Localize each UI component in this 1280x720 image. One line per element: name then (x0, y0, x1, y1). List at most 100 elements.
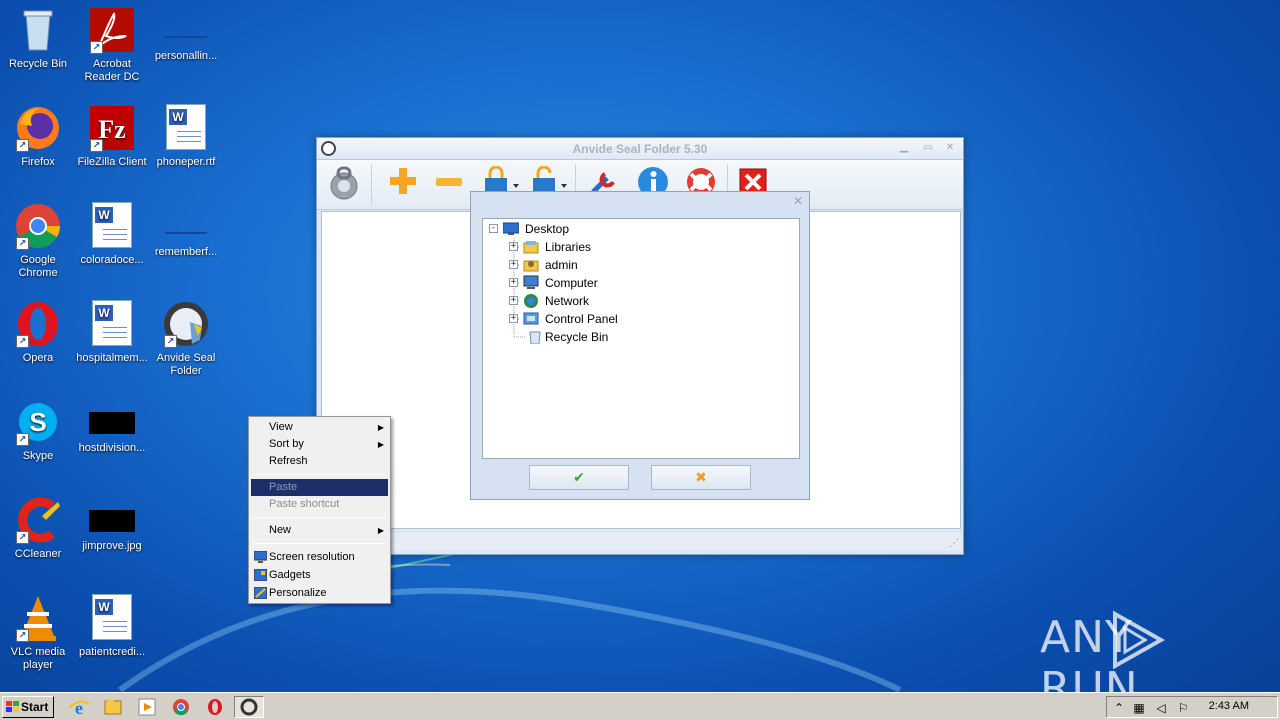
menu-item-refresh[interactable]: Refresh (251, 453, 388, 470)
add-folder-icon[interactable] (387, 166, 423, 202)
desktop-icon-chrome[interactable]: ↗ Google Chrome (0, 202, 76, 280)
desktop-icon-hostdivision[interactable]: hostdivision... (74, 398, 150, 455)
desktop-icon-label: jimprove.jpg (82, 540, 142, 552)
recycle-bin-icon (529, 331, 541, 344)
cancel-button[interactable]: ✖ (651, 465, 751, 490)
menu-item-paste-shortcut[interactable]: Paste shortcut (251, 496, 388, 513)
expand-icon[interactable]: + (509, 296, 518, 305)
explorer-icon[interactable] (98, 696, 128, 718)
menu-item-label: Personalize (269, 587, 327, 599)
desktop-icon-label: hospitalmem... (76, 352, 148, 364)
tray-expand-icon[interactable]: ⌃ (1111, 700, 1127, 716)
expand-icon[interactable]: + (509, 278, 518, 287)
personalize-icon (254, 587, 267, 599)
menu-separator (253, 517, 386, 518)
tree-item-label: admin (545, 258, 578, 272)
skype-icon: S ↗ (14, 398, 62, 446)
clock[interactable]: 2:43 AM (1209, 700, 1249, 712)
close-button[interactable]: ✕ (943, 142, 957, 154)
desktop-icon-label: Recycle Bin (8, 58, 68, 70)
image-thumb-icon (89, 412, 135, 434)
menu-item-label: Sort by (269, 438, 304, 450)
desktop-icon-label: Firefox (21, 156, 55, 168)
desktop-icon-opera[interactable]: ↗ Opera (0, 300, 76, 365)
action-center-flag-icon[interactable]: ⚐ (1175, 700, 1191, 716)
desktop-icon-label: VLC media player (10, 646, 66, 671)
desktop-icon-label: FileZilla Client (77, 156, 147, 168)
word-doc-icon: W (88, 594, 136, 642)
desktop-icon-anvide[interactable]: ↗ Anvide Seal Folder (148, 300, 224, 378)
folder-browse-dialog: ✕ - Desktop + Libraries + admin + Comput… (470, 191, 810, 500)
status-bar: ⋰ (321, 533, 961, 551)
menu-item-new[interactable]: New ▶ (251, 522, 388, 539)
menu-item-label: View (269, 421, 293, 433)
menu-item-gadgets[interactable]: Gadgets (251, 567, 388, 584)
menu-item-paste[interactable]: Paste (251, 479, 388, 496)
user-folder-icon (523, 260, 539, 272)
expand-icon[interactable]: + (509, 242, 518, 251)
desktop-icon-label: phoneper.rtf (156, 156, 216, 168)
image-thumb-icon (89, 510, 135, 532)
desktop-icon-patientcredi[interactable]: W patientcredi... (74, 594, 150, 659)
desktop-icon-filezilla[interactable]: Fz ↗ FileZilla Client (74, 104, 150, 169)
desktop-icon-acrobat[interactable]: ↗ Acrobat Reader DC (74, 6, 150, 84)
media-player-icon[interactable] (132, 696, 162, 718)
menu-item-personalize[interactable]: Personalize (251, 585, 388, 602)
word-doc-icon: W (88, 300, 136, 348)
dialog-close-button[interactable]: ✕ (793, 194, 803, 208)
ok-button[interactable]: ✔ (529, 465, 629, 490)
windows-logo-icon (6, 701, 19, 712)
menu-item-sort-by[interactable]: Sort by ▶ (251, 436, 388, 453)
window-titlebar[interactable]: Anvide Seal Folder 5.30 ▁ ▭ ✕ (317, 138, 963, 160)
ie-icon[interactable]: e (64, 696, 94, 718)
desktop-icon-firefox[interactable]: ↗ Firefox (0, 104, 76, 169)
start-button[interactable]: Start (2, 696, 54, 718)
window-title: Anvide Seal Folder 5.30 (572, 142, 708, 156)
chrome-icon[interactable] (166, 696, 196, 718)
maximize-button[interactable]: ▭ (921, 142, 935, 154)
blank-file-icon (165, 232, 207, 234)
desktop-icon-hospitalmem[interactable]: W hospitalmem... (74, 300, 150, 365)
menu-item-view[interactable]: View ▶ (251, 419, 388, 436)
anvide-task-icon[interactable] (234, 696, 264, 718)
desktop-icon-label: Opera (22, 352, 54, 364)
volume-icon[interactable]: ◁ (1153, 700, 1169, 716)
desktop-icon-skype[interactable]: S ↗ Skype (0, 398, 76, 463)
resize-grip-icon[interactable]: ⋰ (949, 538, 959, 549)
menu-item-screen-resolution[interactable]: Screen resolution (251, 549, 388, 566)
network-status-icon[interactable]: ▦ (1131, 700, 1147, 716)
word-doc-icon: W (88, 202, 136, 250)
minimize-button[interactable]: ▁ (897, 142, 911, 154)
lock-main-icon[interactable] (329, 166, 365, 202)
desktop-icon-phoneper[interactable]: W phoneper.rtf (148, 104, 224, 169)
expand-icon[interactable]: + (509, 314, 518, 323)
submenu-arrow-icon: ▶ (377, 440, 384, 449)
word-doc-icon: W (162, 104, 210, 152)
menu-separator (253, 543, 386, 544)
desktop-icon-ccleaner[interactable]: ↗ CCleaner (0, 496, 76, 561)
svg-text:S: S (29, 407, 46, 437)
desktop-icon-personallin[interactable]: personallin... (148, 6, 224, 63)
desktop-icon-label: Acrobat Reader DC (84, 58, 140, 83)
taskbar: Start e ⌃ ▦ ◁ ⚐ 2:43 AM (0, 692, 1280, 720)
desktop-icon-vlc[interactable]: ↗ VLC media player (0, 594, 76, 672)
remove-folder-icon[interactable] (433, 166, 469, 202)
folder-tree[interactable]: - Desktop + Libraries + admin + Computer… (482, 218, 800, 459)
opera-icon[interactable] (200, 696, 230, 718)
tree-item-label: Control Panel (545, 312, 618, 326)
desktop-icon-label: Anvide Seal Folder (156, 352, 216, 377)
control-panel-icon (523, 312, 539, 325)
desktop-icon-recycle-bin[interactable]: Recycle Bin (0, 6, 76, 71)
desktop-icon-rememberf[interactable]: rememberf... (148, 202, 224, 259)
desktop-icon-coloradoce[interactable]: W coloradoce... (74, 202, 150, 267)
collapse-icon[interactable]: - (489, 224, 498, 233)
desktop-icon-jimprove[interactable]: jimprove.jpg (74, 496, 150, 553)
expand-icon[interactable]: + (509, 260, 518, 269)
chrome-icon: ↗ (14, 202, 62, 250)
libraries-icon (523, 241, 539, 254)
desktop-icon-label: coloradoce... (80, 254, 144, 266)
computer-icon (523, 275, 539, 289)
desktop-icon-label: Skype (22, 450, 54, 462)
desktop-icon-label: personallin... (154, 50, 218, 62)
firefox-icon: ↗ (14, 104, 62, 152)
